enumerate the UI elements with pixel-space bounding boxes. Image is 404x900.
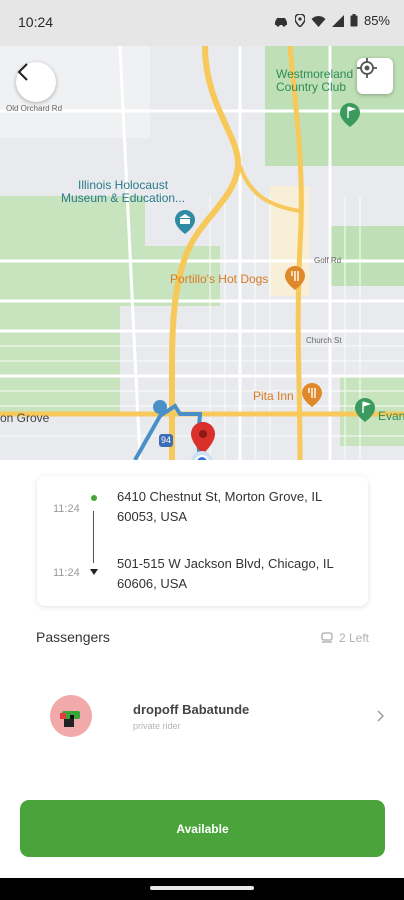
avatar xyxy=(50,695,92,737)
battery-icon xyxy=(350,14,358,27)
dropoff-arrow-icon xyxy=(90,569,98,575)
dropoff-time: 11:24 xyxy=(53,567,80,579)
pickup-address: 6410 Chestnut St, Morton Grove, IL 60053… xyxy=(117,489,322,524)
status-bar: 10:24 85% xyxy=(0,0,404,46)
status-icons: 85% xyxy=(273,13,390,28)
passenger-type: private rider xyxy=(133,721,181,731)
signal-icon xyxy=(331,14,344,27)
map-label-morton-grove: on Grove xyxy=(0,411,50,425)
golf-icon[interactable] xyxy=(340,103,360,127)
system-nav-bar xyxy=(0,878,404,900)
locate-icon xyxy=(357,58,377,78)
map-label-church-st: Church St xyxy=(306,336,342,345)
map-label-golf-rd: Golf Rd xyxy=(314,256,342,265)
current-location-icon xyxy=(191,451,213,460)
available-button[interactable]: Available xyxy=(20,800,385,857)
restaurant-icon[interactable] xyxy=(285,266,305,290)
map-label-pita-inn: Pita Inn xyxy=(253,389,294,403)
seats-left-label: 2 Left xyxy=(338,631,369,645)
location-icon xyxy=(294,14,305,27)
passenger-name: dropoff Babatunde xyxy=(133,702,250,717)
avatar-icon xyxy=(60,711,80,727)
pickup-time: 11:24 xyxy=(53,503,80,515)
status-time: 10:24 xyxy=(18,14,54,30)
seats-left: 2 Left xyxy=(321,631,369,645)
map-label-old-orchard-rd: Old Orchard Rd xyxy=(6,104,63,113)
map-label-evan: Evan xyxy=(378,409,404,423)
restaurant-icon[interactable] xyxy=(302,383,322,407)
map-label-westmoreland: Westmoreland Country Club xyxy=(276,67,354,94)
chevron-right-icon[interactable] xyxy=(377,710,384,722)
wifi-icon xyxy=(311,15,326,27)
map-label-highway: 94 xyxy=(159,434,174,447)
locate-button[interactable] xyxy=(357,58,393,94)
golf-icon[interactable] xyxy=(355,398,375,422)
battery-percent: 85% xyxy=(363,13,390,28)
passengers-title: Passengers xyxy=(36,629,110,645)
museum-icon[interactable] xyxy=(175,210,195,234)
map-view[interactable]: Westmoreland Country Club Illinois Holoc… xyxy=(0,46,404,460)
passenger-row[interactable]: dropoff Babatunde private rider xyxy=(0,688,404,748)
home-indicator[interactable] xyxy=(150,886,254,890)
seat-icon xyxy=(321,632,333,643)
route-line xyxy=(93,511,94,563)
back-icon xyxy=(17,63,28,81)
dropoff-address: 501-515 W Jackson Blvd, Chicago, IL 6060… xyxy=(117,556,334,591)
map-label-holocaust-museum: Illinois Holocaust Museum & Education... xyxy=(61,178,186,205)
back-button[interactable] xyxy=(16,62,56,102)
map-label-portillos: Portillo's Hot Dogs xyxy=(170,272,269,286)
route-card: 11:24 6410 Chestnut St, Morton Grove, IL… xyxy=(37,476,368,606)
pickup-dot-icon xyxy=(91,495,97,501)
car-icon xyxy=(274,17,287,27)
